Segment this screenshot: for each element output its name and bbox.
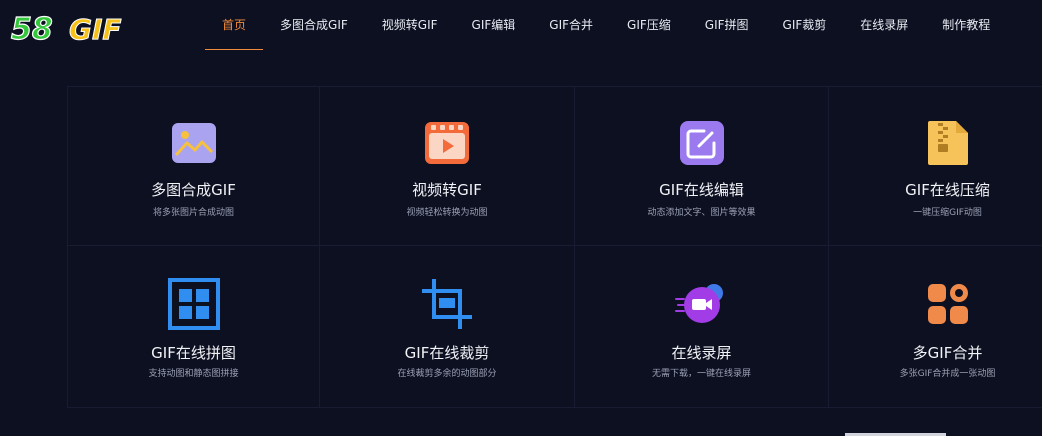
nav-multi-image-gif[interactable]: 多图合成GIF (263, 0, 365, 50)
tool-desc: 无需下载，一键在线录屏 (651, 369, 751, 379)
edit-icon (679, 121, 724, 165)
tool-card-gif-compress[interactable]: GIF在线压缩 一键压缩GIF动图 (829, 86, 1042, 246)
tool-card-multi-image-gif[interactable]: 多图合成GIF 将多张图片合成动图 (67, 86, 320, 246)
nav-gif-merge[interactable]: GIF合并 (532, 0, 610, 50)
tool-title: GIF在线压缩 (905, 181, 990, 199)
image-icon (171, 123, 216, 163)
logo-number: 58 (11, 12, 53, 45)
main-nav: 首页 多图合成GIF 视频转GIF GIF编辑 GIF合并 GIF压缩 GIF拼… (205, 0, 1007, 52)
nav-gif-collage[interactable]: GIF拼图 (688, 0, 766, 50)
tool-desc: 动态添加文字、图片等效果 (647, 208, 756, 218)
tool-title: 视频转GIF (412, 181, 482, 199)
logo-word: GIF (69, 13, 122, 45)
nav-gif-crop[interactable]: GIF裁剪 (766, 0, 844, 50)
nav-gif-edit[interactable]: GIF编辑 (455, 0, 533, 50)
tool-title: 在线录屏 (671, 344, 732, 362)
tool-desc: 多张GIF合并成一张动图 (899, 369, 996, 379)
tool-card-video-to-gif[interactable]: 视频转GIF 视频轻松转换为动图 (320, 86, 575, 246)
merge-icon (927, 284, 968, 324)
site-logo[interactable]: 58 GIF (9, 9, 133, 45)
tool-title: 多图合成GIF (151, 181, 236, 199)
tool-title: GIF在线裁剪 (404, 344, 490, 362)
nav-tutorial[interactable]: 制作教程 (925, 0, 1007, 50)
screen-record-icon (674, 284, 723, 323)
nav-gif-compress[interactable]: GIF压缩 (610, 0, 688, 50)
tool-title: GIF在线拼图 (151, 344, 236, 362)
tool-desc: 在线裁剪多余的动图部分 (397, 369, 497, 379)
tool-card-gif-crop[interactable]: GIF在线裁剪 在线裁剪多余的动图部分 (320, 246, 575, 408)
nav-screen-record[interactable]: 在线录屏 (843, 0, 925, 50)
tool-card-screen-record[interactable]: 在线录屏 无需下载，一键在线录屏 (575, 246, 829, 408)
header: 58 GIF 首页 多图合成GIF 视频转GIF GIF编辑 GIF合并 GIF… (0, 0, 1042, 52)
tool-card-gif-merge[interactable]: 多GIF合并 多张GIF合并成一张动图 (829, 246, 1042, 408)
tool-desc: 一键压缩GIF动图 (913, 208, 982, 218)
tool-desc: 支持动图和静态图拼接 (148, 369, 239, 379)
nav-home[interactable]: 首页 (205, 0, 264, 50)
tool-title: 多GIF合并 (912, 344, 983, 362)
nav-video-to-gif[interactable]: 视频转GIF (365, 0, 455, 50)
tool-desc: 将多张图片合成动图 (152, 208, 234, 218)
tool-card-gif-edit[interactable]: GIF在线编辑 动态添加文字、图片等效果 (575, 86, 829, 246)
tool-desc: 视频轻松转换为动图 (406, 208, 488, 218)
grid-icon (167, 278, 220, 330)
tool-card-gif-collage[interactable]: GIF在线拼图 支持动图和静态图拼接 (67, 246, 320, 408)
zip-file-icon (927, 121, 968, 165)
crop-icon (422, 279, 472, 329)
video-icon (425, 122, 469, 164)
tool-title: GIF在线编辑 (659, 181, 744, 199)
tool-grid: 多图合成GIF 将多张图片合成动图 视频转GIF 视频轻松转换为动图 GIF在线… (67, 86, 1042, 408)
